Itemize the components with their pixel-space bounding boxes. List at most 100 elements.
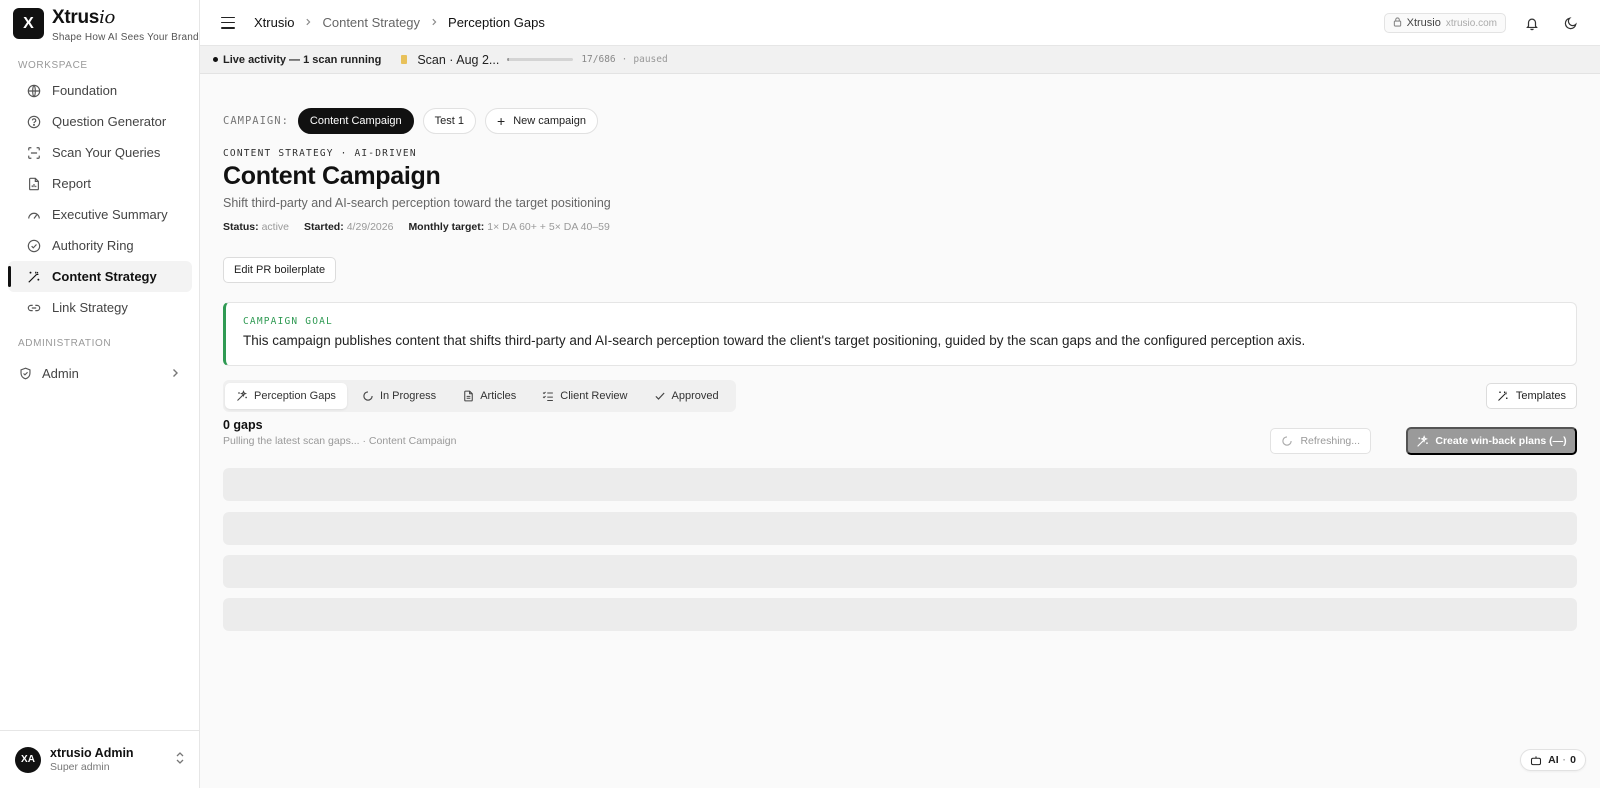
tab-label: Articles [480,390,517,402]
globe-icon [26,83,42,99]
user-menu[interactable]: XA xtrusio Admin Super admin [0,730,200,788]
campaign-goal-text: This campaign publishes content that shi… [243,333,1306,348]
sidebar-item-label: Scan Your Queries [52,145,161,160]
sidebar-item-label: Report [52,176,92,191]
scan-count: 17/686 [581,54,616,65]
checklist-icon [542,390,554,402]
scan-progress-bar [507,58,574,61]
domain-name: Xtrusio [1406,17,1441,29]
templates-label: Templates [1515,390,1566,402]
brand-logo: X [13,8,44,39]
campaign-label: CAMPAIGN: [223,115,289,127]
domain-chip[interactable]: Xtrusio xtrusio.com [1383,13,1506,33]
user-name: xtrusio Admin [50,746,134,760]
tab-approved[interactable]: Approved [643,383,730,409]
scan-icon [26,145,42,161]
brand-text: Xtrusio Shape How AI Sees Your Brand [52,7,199,44]
status-key: Status: [223,221,259,233]
administration-label: ADMINISTRATION [18,338,112,349]
new-campaign-button[interactable]: + New campaign [485,108,598,134]
campaign-goal-card: CAMPAIGN GOAL This campaign publishes co… [223,302,1577,366]
sidebar-item-label: Question Generator [52,114,167,129]
new-campaign-label: New campaign [513,115,586,127]
sidebar-item-admin[interactable]: Admin [8,358,192,389]
refresh-button[interactable]: Refreshing... [1270,428,1371,454]
user-text: xtrusio Admin Super admin [50,746,134,773]
started-value: 4/29/2026 [346,221,394,233]
scan-marker-icon [401,55,408,64]
sidebar-item-content-strategy[interactable]: Content Strategy [8,261,192,292]
campaign-goal-label: CAMPAIGN GOAL [243,316,333,327]
file-chart-icon [26,176,42,192]
brand[interactable]: X Xtrusio Shape How AI Sees Your Brand [13,8,199,43]
skeleton-row [223,468,1577,501]
sidebar-item-label: Executive Summary [52,207,168,222]
breadcrumb-item-content-strategy[interactable]: Content Strategy [322,15,420,30]
top-bar: Xtrusio Content Strategy Perception Gaps… [200,0,1600,46]
sidebar-item-foundation[interactable]: Foundation [8,75,192,106]
sparkles-icon [236,390,248,402]
chevrons-up-down-icon [175,751,185,768]
chevron-right-icon [430,17,438,29]
tab-articles[interactable]: Articles [451,383,527,409]
sidebar-item-link-strategy[interactable]: Link Strategy [8,292,192,323]
robot-icon [1530,755,1542,766]
campaign-pill-test-1[interactable]: Test 1 [422,108,476,134]
ai-activity-chip[interactable]: AI · 0 [1520,749,1586,771]
sidebar-item-executive-summary[interactable]: Executive Summary [8,199,192,230]
moon-icon[interactable] [1562,14,1580,32]
refresh-label: Refreshing... [1300,435,1360,447]
campaign-selector: CAMPAIGN: Content Campaign Test 1 + New c… [223,108,607,134]
skeleton-row [223,512,1577,545]
scan-progress-fill [507,58,509,61]
avatar: XA [15,746,41,773]
menu-icon[interactable] [221,16,235,29]
gaps-subtitle: Pulling the latest scan gaps... · Conten… [223,435,457,447]
campaign-pill-content-campaign[interactable]: Content Campaign [297,108,414,134]
scan-status[interactable]: Scan · Aug 2... 17/686 · paused [401,52,668,67]
brand-tagline: Shape How AI Sees Your Brand [52,32,199,43]
breadcrumb-item-xtrusio[interactable]: Xtrusio [254,15,294,30]
breadcrumb-item-perception-gaps: Perception Gaps [448,15,545,30]
ai-chip-separator: · [1562,754,1567,766]
tab-client-review[interactable]: Client Review [531,383,638,409]
tab-perception-gaps[interactable]: Perception Gaps [225,383,347,409]
scan-separator: · [621,54,628,65]
sidebar-item-report[interactable]: Report [8,168,192,199]
templates-button[interactable]: Templates [1485,383,1577,409]
sidebar: X Xtrusio Shape How AI Sees Your Brand W… [0,0,200,788]
breadcrumb: Xtrusio Content Strategy Perception Gaps [254,15,545,30]
scan-label: Scan · Aug 2... [417,52,500,67]
domain-url: xtrusio.com [1445,17,1497,29]
tab-bar: Perception Gaps In Progress Articles Cli… [223,380,736,412]
check-icon [654,390,666,402]
tab-in-progress[interactable]: In Progress [351,383,447,409]
chevron-right-icon [170,366,180,381]
bell-icon[interactable] [1523,14,1541,32]
ai-chip-label: AI [1548,754,1559,766]
document-icon [462,390,474,402]
ai-chip-count: 0 [1570,754,1576,766]
tab-label: Client Review [560,390,628,402]
brand-name-italic: io [99,7,116,28]
winback-label: Create win-back plans (—) [1435,435,1567,447]
sidebar-item-label: Link Strategy [52,300,128,315]
tab-label: Approved [671,390,719,402]
tab-label: Perception Gaps [254,390,336,402]
wand-icon [26,269,42,285]
sidebar-item-label: Admin [42,366,79,381]
gaps-count: 0 gaps [223,418,263,432]
sidebar-item-question-generator[interactable]: Question Generator [8,106,192,137]
create-win-back-plans-button[interactable]: Create win-back plans (—) [1406,427,1577,455]
sidebar-item-authority-ring[interactable]: Authority Ring [8,230,192,261]
workspace-label: WORKSPACE [18,60,88,71]
plus-icon: + [497,113,506,129]
check-circle-icon [26,238,42,254]
sidebar-item-scan-your-queries[interactable]: Scan Your Queries [8,137,192,168]
help-circle-icon [26,114,42,130]
page-subtitle: Shift third-party and AI-search percepti… [223,196,611,210]
edit-pr-boilerplate-button[interactable]: Edit PR boilerplate [223,257,337,283]
sidebar-nav: Foundation Question Generator Scan Your … [0,75,200,323]
brand-name-main: Xtrus [52,7,100,28]
page-title: Content Campaign [223,162,441,190]
